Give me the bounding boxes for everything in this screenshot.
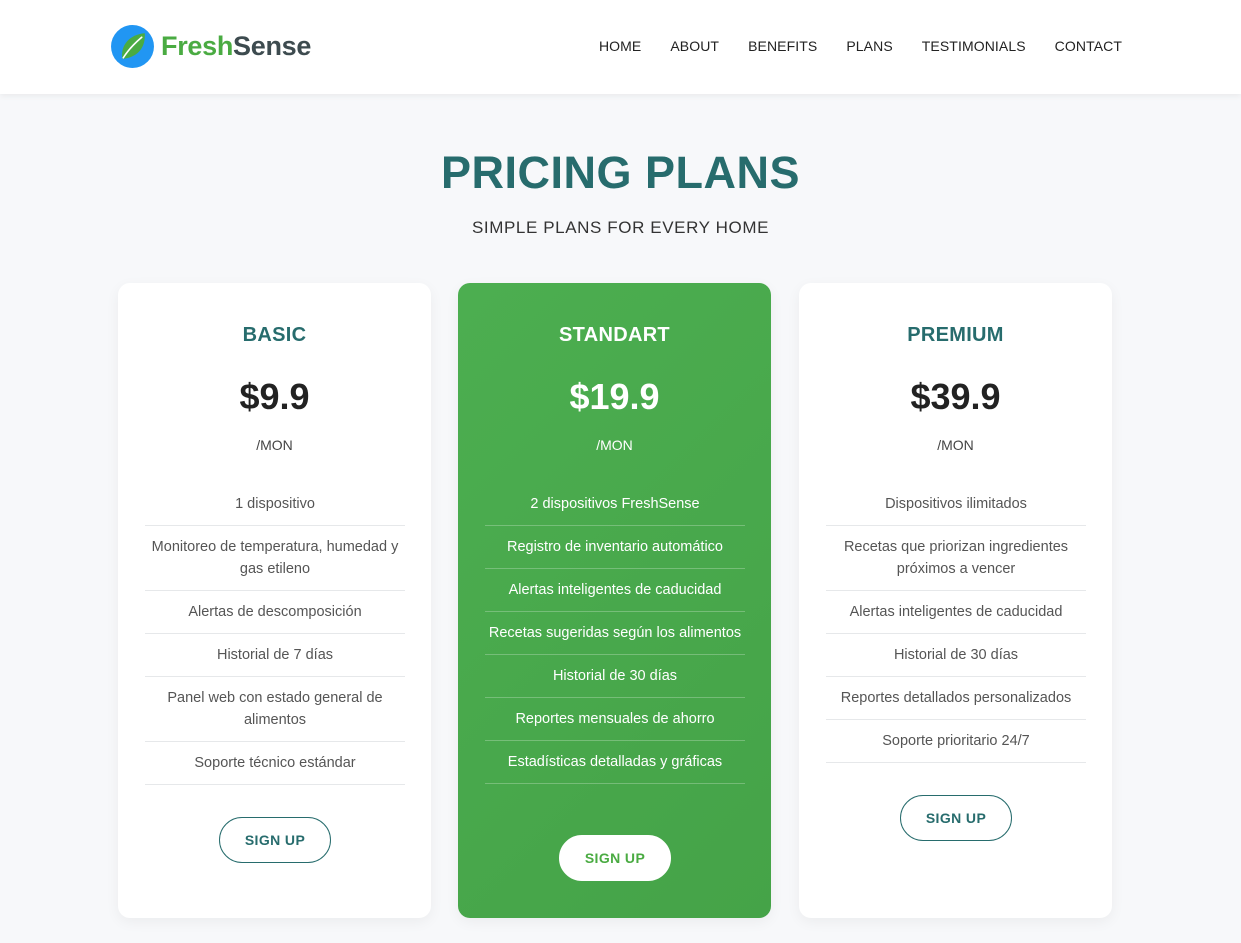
nav-testimonials[interactable]: TESTIMONIALS xyxy=(922,37,1026,55)
nav-benefits[interactable]: BENEFITS xyxy=(748,37,817,55)
nav-plans[interactable]: PLANS xyxy=(846,37,892,55)
plan-name: STANDART xyxy=(559,324,670,346)
site-header: FreshSense HOME ABOUT BENEFITS PLANS TES… xyxy=(0,0,1241,94)
brand-name: FreshSense xyxy=(161,31,311,62)
nav-about[interactable]: ABOUT xyxy=(670,37,719,55)
plan-price: $39.9 xyxy=(910,376,1001,417)
main-nav: HOME ABOUT BENEFITS PLANS TESTIMONIALS C… xyxy=(570,37,1122,55)
feature-item: Dispositivos ilimitados xyxy=(826,483,1086,526)
plan-period: /MON xyxy=(256,437,293,453)
plan-name: PREMIUM xyxy=(907,324,1004,346)
feature-item: Historial de 30 días xyxy=(485,655,745,698)
plan-name: BASIC xyxy=(242,324,307,346)
feature-item: Alertas inteligentes de caducidad xyxy=(826,591,1086,634)
plan-card-premium: PREMIUM $39.9 /MON Dispositivos ilimitad… xyxy=(799,283,1112,918)
feature-list: Dispositivos ilimitados Recetas que prio… xyxy=(826,483,1086,763)
feature-item: Recetas sugeridas según los alimentos xyxy=(485,612,745,655)
nav-contact[interactable]: CONTACT xyxy=(1055,37,1122,55)
brand-logo[interactable]: FreshSense xyxy=(110,23,311,69)
feature-item: 2 dispositivos FreshSense xyxy=(485,483,745,526)
nav-home[interactable]: HOME xyxy=(599,37,641,55)
sign-up-button-basic[interactable]: SIGN UP xyxy=(219,817,331,863)
sign-up-button-premium[interactable]: SIGN UP xyxy=(900,795,1012,841)
feature-item: Panel web con estado general de alimento… xyxy=(145,677,405,742)
feature-item: Reportes mensuales de ahorro xyxy=(485,698,745,741)
leaf-logo-icon xyxy=(111,24,154,68)
plan-card-standart: STANDART $19.9 /MON 2 dispositivos Fresh… xyxy=(458,283,771,918)
section-subtitle: SIMPLE PLANS FOR EVERY HOME xyxy=(471,218,770,237)
feature-item: 1 dispositivo xyxy=(145,483,405,526)
plan-price: $9.9 xyxy=(239,376,310,417)
section-title: PRICING PLANS xyxy=(440,147,801,198)
plan-price: $19.9 xyxy=(569,376,660,417)
brand-name-fresh: Fresh xyxy=(161,30,234,61)
feature-item: Historial de 7 días xyxy=(145,634,405,677)
feature-item: Soporte prioritario 24/7 xyxy=(826,720,1086,763)
feature-item: Historial de 30 días xyxy=(826,634,1086,677)
plan-card-basic: BASIC $9.9 /MON 1 dispositivo Monitoreo … xyxy=(118,283,431,918)
feature-item: Alertas inteligentes de caducidad xyxy=(485,569,745,612)
feature-item: Soporte técnico estándar xyxy=(145,742,405,785)
feature-list: 2 dispositivos FreshSense Registro de in… xyxy=(485,483,745,784)
feature-item: Reportes detallados personalizados xyxy=(826,677,1086,720)
feature-item: Registro de inventario automático xyxy=(485,526,745,569)
feature-item: Recetas que priorizan ingredientes próxi… xyxy=(826,526,1086,591)
feature-list: 1 dispositivo Monitoreo de temperatura, … xyxy=(145,483,405,785)
plan-period: /MON xyxy=(596,437,633,453)
brand-name-sense: Sense xyxy=(233,30,312,61)
feature-item: Estadísticas detalladas y gráficas xyxy=(485,741,745,784)
feature-item: Alertas de descomposición xyxy=(145,591,405,634)
feature-item: Monitoreo de temperatura, humedad y gas … xyxy=(145,526,405,591)
sign-up-button-standart[interactable]: SIGN UP xyxy=(559,835,671,881)
plan-period: /MON xyxy=(937,437,974,453)
